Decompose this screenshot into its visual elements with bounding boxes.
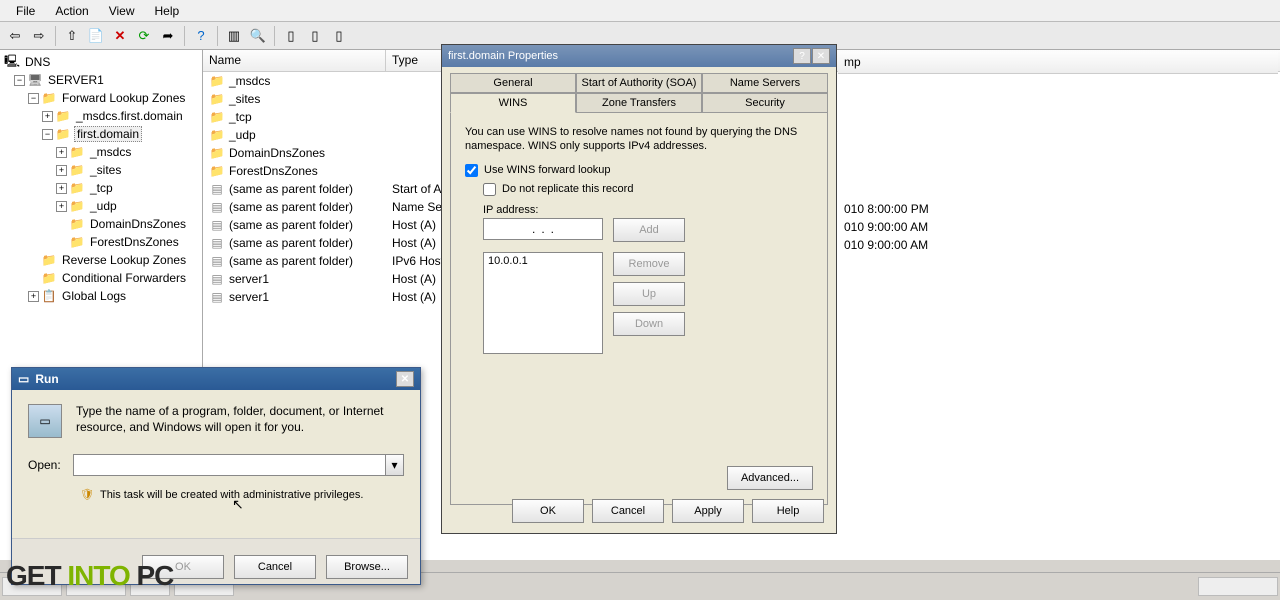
props-icon[interactable]: 📄 [85, 25, 107, 47]
tab-zone-transfers[interactable]: Zone Transfers [576, 93, 702, 113]
shield-icon: 🛡 [80, 488, 94, 501]
tree-sub-udp[interactable]: +📁_udp [0, 197, 202, 215]
add-button[interactable]: Add [613, 218, 685, 242]
menu-view[interactable]: View [99, 2, 145, 20]
tree-sub-ddns[interactable]: 📁DomainDnsZones [0, 215, 202, 233]
record-icon: ▤ [209, 218, 225, 232]
close-icon[interactable]: ✕ [396, 371, 414, 387]
menubar: File Action View Help [0, 0, 1280, 22]
chk-use-wins[interactable]: Use WINS forward lookup [465, 164, 813, 177]
tab-security[interactable]: Security [702, 93, 828, 113]
right-column: mp 010 8:00:00 PM 010 9:00:00 AM 010 9:0… [838, 52, 1278, 254]
properties-dialog: first.domain Properties ? ✕ General Star… [441, 44, 837, 534]
col2-icon[interactable]: ▯ [304, 25, 326, 47]
tree-server[interactable]: −🖥SERVER1 [0, 71, 202, 89]
back-icon[interactable]: ⇦ [4, 25, 26, 47]
tree-root[interactable]: 🖳DNS [0, 53, 202, 71]
tree-sub-msdcs[interactable]: +📁_msdcs [0, 143, 202, 161]
refresh-icon[interactable]: ⟳ [133, 25, 155, 47]
open-combo[interactable]: ▾ [73, 454, 404, 476]
list-item[interactable]: 010 9:00:00 AM [838, 218, 1278, 236]
menu-file[interactable]: File [6, 2, 45, 20]
folder-icon: 📁 [209, 92, 225, 106]
tree-zone2[interactable]: −📁first.domain [0, 125, 202, 143]
find-icon[interactable]: 🔍 [247, 25, 269, 47]
run-title: ▭Run ✕ [12, 368, 420, 390]
col-name[interactable]: Name [203, 50, 386, 71]
status-cell [1198, 577, 1278, 596]
fwd-icon[interactable]: ⇨ [28, 25, 50, 47]
tab-general[interactable]: General [450, 73, 576, 93]
tab-body: You can use WINS to resolve names not fo… [450, 113, 828, 505]
watermark: GET INTO PC [6, 560, 173, 592]
menu-action[interactable]: Action [45, 2, 98, 20]
folder-icon: 📁 [209, 74, 225, 88]
col-timestamp[interactable]: mp [838, 52, 867, 73]
menu-help[interactable]: Help [145, 2, 190, 20]
tree-sub-fdns[interactable]: 📁ForestDnsZones [0, 233, 202, 251]
record-icon: ▤ [209, 182, 225, 196]
filter-icon[interactable]: ▥ [223, 25, 245, 47]
cursor-icon: ↖ [232, 496, 244, 513]
apply-button[interactable]: Apply [672, 499, 744, 523]
down-button[interactable]: Down [613, 312, 685, 336]
col3-icon[interactable]: ▯ [328, 25, 350, 47]
tree-fwd[interactable]: −📁Forward Lookup Zones [0, 89, 202, 107]
cancel-button[interactable]: Cancel [592, 499, 664, 523]
tab-soa[interactable]: Start of Authority (SOA) [576, 73, 702, 93]
tab-ns[interactable]: Name Servers [702, 73, 828, 93]
export-icon[interactable]: ➦ [157, 25, 179, 47]
folder-icon: 📁 [209, 128, 225, 142]
chk-no-replicate[interactable]: Do not replicate this record [483, 183, 813, 196]
tab-wins[interactable]: WINS [450, 93, 576, 113]
wins-desc: You can use WINS to resolve names not fo… [465, 125, 813, 154]
help-icon[interactable]: ? [793, 48, 811, 64]
ip-list[interactable]: 10.0.0.1 [483, 252, 603, 354]
record-icon: ▤ [209, 272, 225, 286]
folder-icon: 📁 [209, 164, 225, 178]
run-icon: ▭ [28, 404, 62, 438]
record-icon: ▤ [209, 254, 225, 268]
tree-sub-sites[interactable]: +📁_sites [0, 161, 202, 179]
dialog-title: first.domain Properties ? ✕ [442, 45, 836, 67]
up-button[interactable]: Up [613, 282, 685, 306]
browse-button[interactable]: Browse... [326, 555, 408, 579]
open-label: Open: [28, 458, 61, 472]
delete-icon[interactable]: ✕ [109, 25, 131, 47]
tree-zone1[interactable]: +📁_msdcs.first.domain [0, 107, 202, 125]
col1-icon[interactable]: ▯ [280, 25, 302, 47]
record-icon: ▤ [209, 236, 225, 250]
tree-rev[interactable]: 📁Reverse Lookup Zones [0, 251, 202, 269]
close-icon[interactable]: ✕ [812, 48, 830, 64]
chevron-down-icon[interactable]: ▾ [385, 455, 403, 475]
list-item[interactable]: 010 9:00:00 AM [838, 236, 1278, 254]
run-dialog: ▭Run ✕ ▭ Type the name of a program, fol… [11, 367, 421, 585]
record-icon: ▤ [209, 200, 225, 214]
ip-label: IP address: [483, 204, 813, 216]
remove-button[interactable]: Remove [613, 252, 685, 276]
list-item[interactable]: 010 8:00:00 PM [838, 200, 1278, 218]
folder-icon: 📁 [209, 110, 225, 124]
ip-input[interactable]: ... [483, 218, 603, 240]
advanced-button[interactable]: Advanced... [727, 466, 813, 490]
tree-sub-tcp[interactable]: +📁_tcp [0, 179, 202, 197]
help-icon[interactable]: ? [190, 25, 212, 47]
up-icon[interactable]: ⇧ [61, 25, 83, 47]
help-button[interactable]: Help [752, 499, 824, 523]
tree-cond[interactable]: 📁Conditional Forwarders [0, 269, 202, 287]
run-desc: Type the name of a program, folder, docu… [76, 404, 404, 438]
record-icon: ▤ [209, 290, 225, 304]
tree-glob[interactable]: +📋Global Logs [0, 287, 202, 305]
folder-icon: 📁 [209, 146, 225, 160]
cancel-button[interactable]: Cancel [234, 555, 316, 579]
ok-button[interactable]: OK [512, 499, 584, 523]
